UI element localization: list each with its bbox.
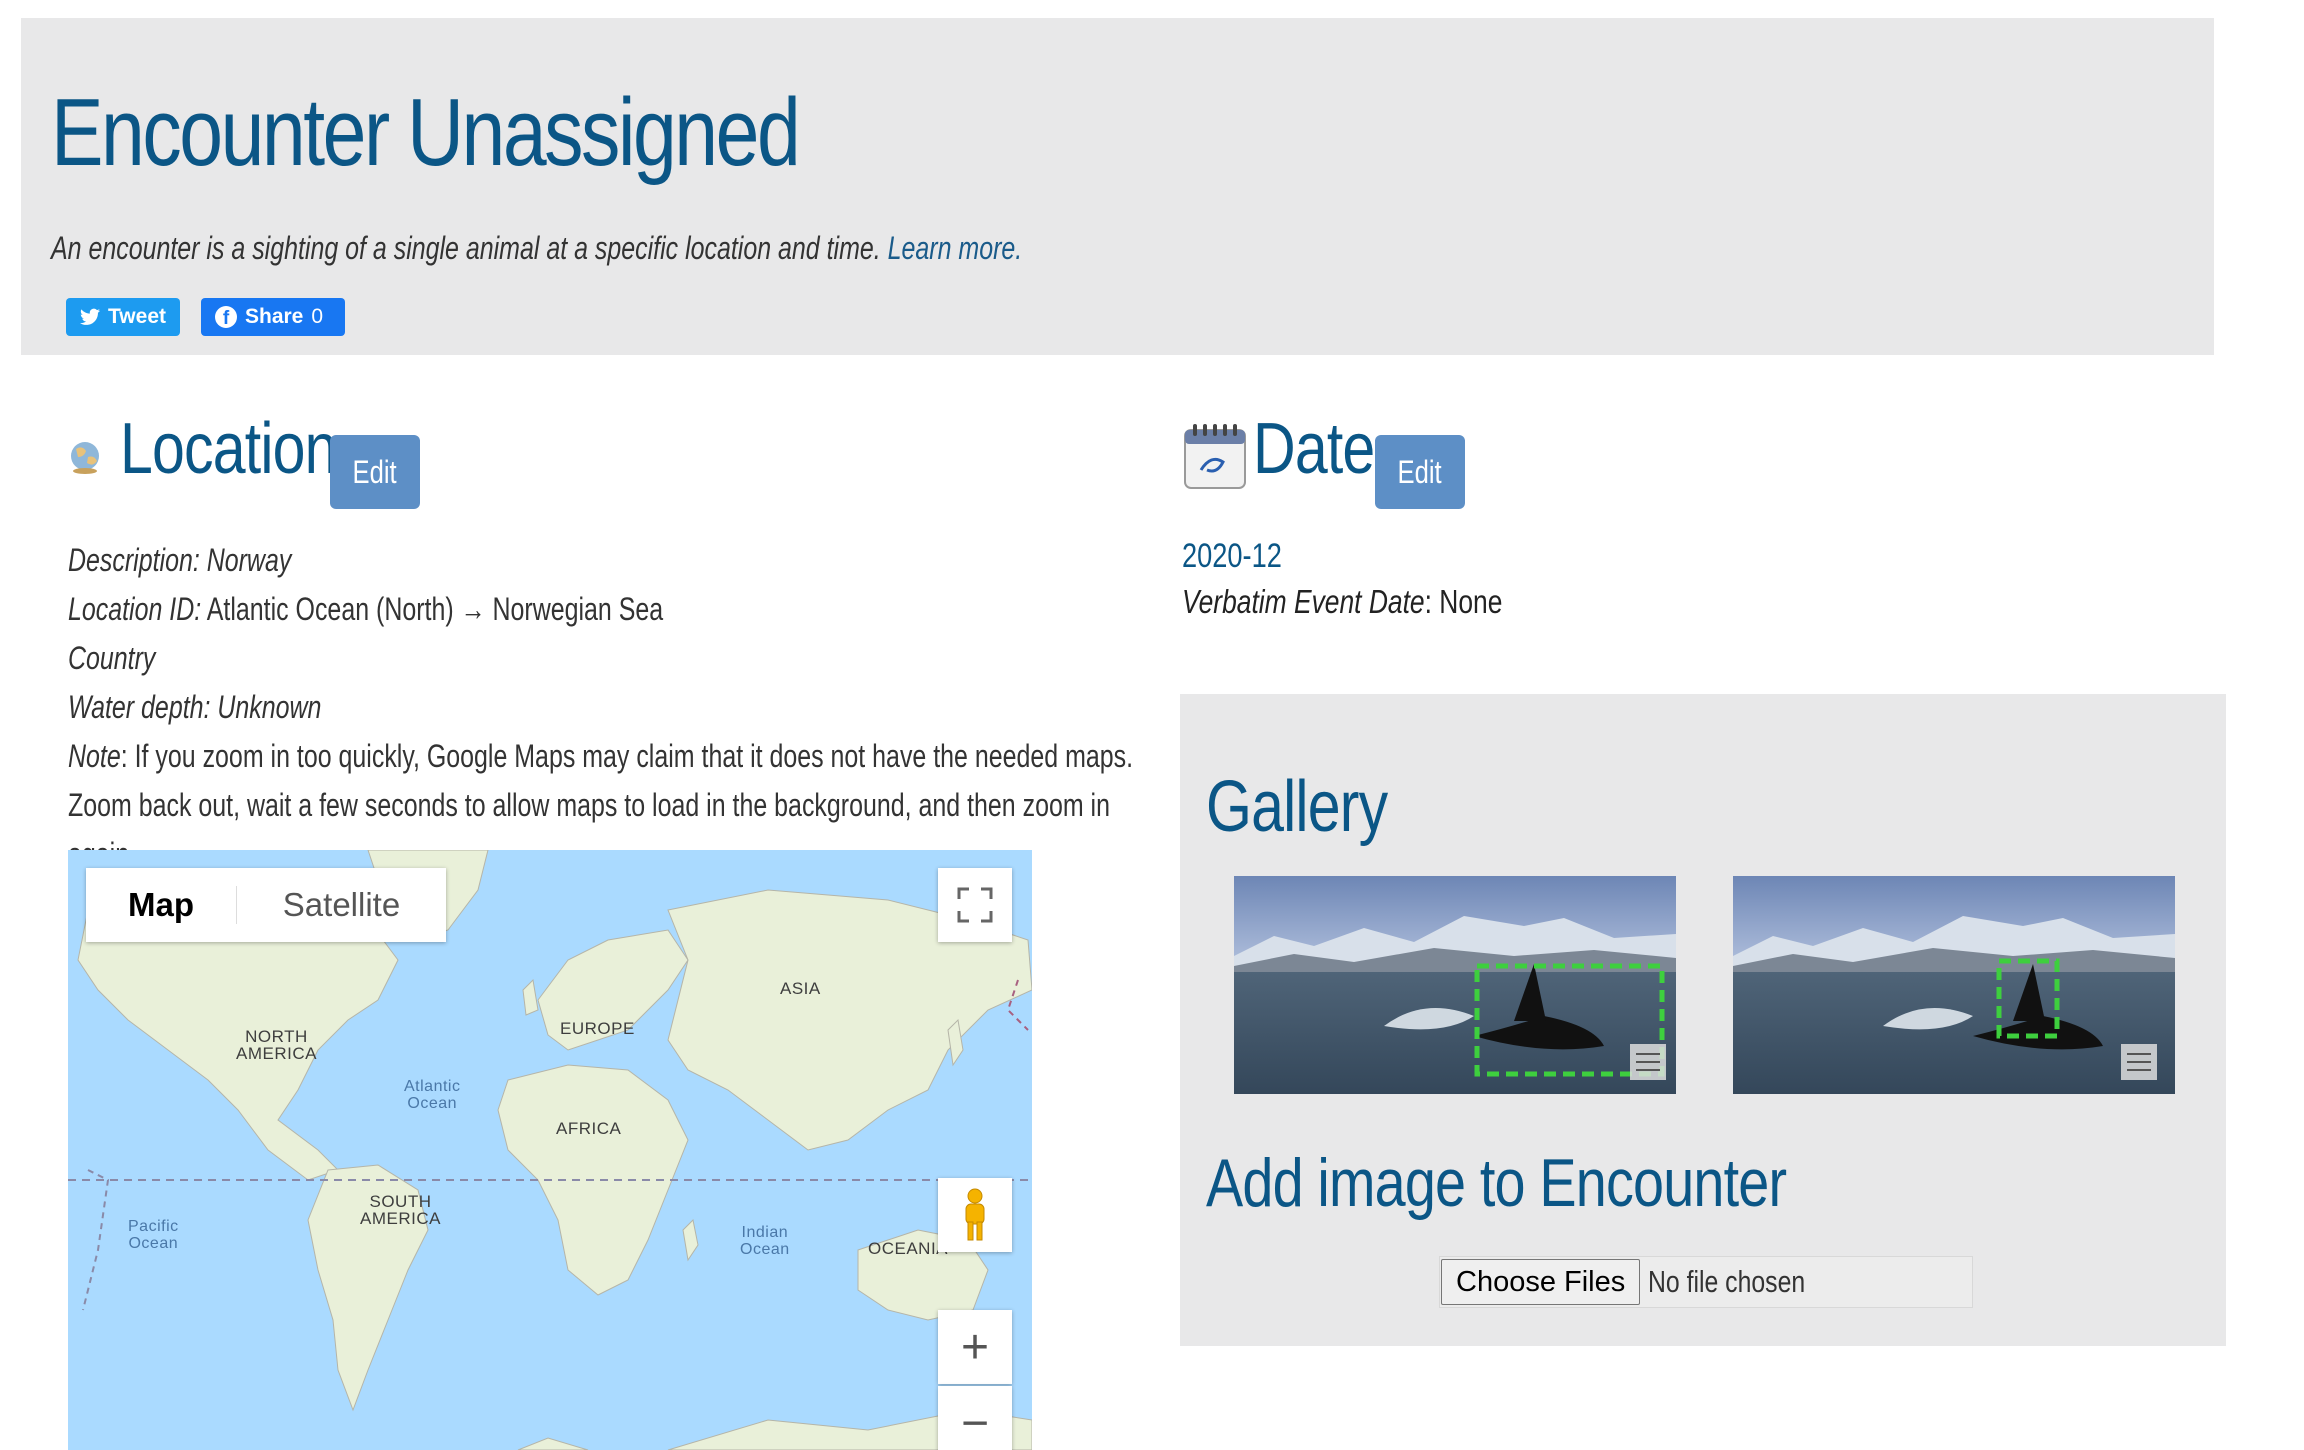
gallery-panel: Gallery Add image to Encounter Choose Fi… xyxy=(1180,694,2226,1346)
file-input[interactable]: Choose Files No file chosen xyxy=(1439,1256,1973,1308)
label-north-america: NORTH AMERICA xyxy=(236,1027,317,1063)
country-label: Country xyxy=(68,640,156,676)
date-edit-button[interactable]: Edit xyxy=(1375,435,1465,509)
label-oceania: OCEANIA xyxy=(868,1239,949,1258)
water-depth-value: Unknown xyxy=(217,689,322,725)
tweet-button[interactable]: Tweet xyxy=(66,298,180,336)
orca-photo-2 xyxy=(1733,876,2175,1094)
gallery-title: Gallery xyxy=(1206,767,1388,847)
location-edit-label: Edit xyxy=(352,453,398,490)
globe-icon xyxy=(71,442,99,474)
country-row: Country xyxy=(68,634,887,683)
map-tab[interactable]: Map xyxy=(86,886,237,924)
date-value: 2020-12 xyxy=(1182,537,1282,575)
verbatim-date-row: Verbatim Event Date: None xyxy=(1182,583,1502,621)
label-indian-ocean: Indian Ocean xyxy=(740,1224,790,1258)
water-depth-row: Water depth: Unknown xyxy=(68,683,887,732)
learn-more-link[interactable]: Learn more. xyxy=(888,230,1023,266)
note-label: Note xyxy=(68,738,121,774)
facebook-share-button[interactable]: f Share 0 xyxy=(201,298,345,336)
choose-files-button[interactable]: Choose Files xyxy=(1441,1259,1641,1305)
water-depth-label: Water depth: xyxy=(68,689,211,725)
label-asia: ASIA xyxy=(780,979,821,998)
pegman-icon xyxy=(965,1188,985,1241)
street-view-button[interactable] xyxy=(938,1178,1012,1252)
add-image-title: Add image to Encounter xyxy=(1206,1145,1787,1221)
intro-sentence: An encounter is a sighting of a single a… xyxy=(51,230,881,266)
description-label: Description: xyxy=(68,542,200,578)
intro-text: An encounter is a sighting of a single a… xyxy=(51,230,1022,267)
description-value: Norway xyxy=(206,542,292,578)
share-label: Share xyxy=(245,305,304,328)
zoom-out-button[interactable]: − xyxy=(938,1386,1012,1450)
label-atlantic-ocean: Atlantic Ocean xyxy=(404,1078,461,1112)
label-south-america: SOUTH AMERICA xyxy=(360,1192,441,1228)
share-count: 0 xyxy=(311,305,324,328)
label-pacific-ocean: Pacific Ocean xyxy=(128,1218,179,1252)
facebook-icon: f xyxy=(215,306,237,328)
orca-photo-1 xyxy=(1234,876,1676,1094)
fullscreen-icon xyxy=(957,887,993,923)
no-file-chosen-text: No file chosen xyxy=(1648,1264,1806,1299)
tweet-label: Tweet xyxy=(108,305,166,328)
location-id-label: Location ID: xyxy=(68,591,202,627)
label-europe: EUROPE xyxy=(560,1019,635,1038)
map-type-control: Map Satellite xyxy=(86,868,446,942)
label-africa: AFRICA xyxy=(556,1119,622,1138)
location-edit-button[interactable]: Edit xyxy=(330,435,420,509)
zoom-in-button[interactable]: + xyxy=(938,1310,1012,1384)
google-map[interactable]: NORTH AMERICA EUROPE ASIA AFRICA SOUTH AME… xyxy=(68,850,1032,1450)
date-title: Date xyxy=(1253,409,1375,489)
fullscreen-button[interactable] xyxy=(938,868,1012,942)
location-title: Location xyxy=(120,409,337,489)
verbatim-date-label: Verbatim Event Date xyxy=(1182,583,1425,620)
gallery-image-1[interactable] xyxy=(1234,876,1676,1094)
gallery-image-2[interactable] xyxy=(1733,876,2175,1094)
location-details: Description: Norway Location ID: Atlanti… xyxy=(68,536,1133,879)
date-edit-label: Edit xyxy=(1397,453,1443,490)
location-id-row: Location ID: Atlantic Ocean (North) → No… xyxy=(68,585,887,634)
description-row: Description: Norway xyxy=(68,536,887,585)
twitter-bird-icon xyxy=(80,308,101,325)
calendar-icon xyxy=(1184,424,1246,489)
page-title: Encounter Unassigned xyxy=(51,79,801,186)
header-band: Encounter Unassigned An encounter is a s… xyxy=(21,18,2214,355)
location-id-value: Atlantic Ocean (North) → Norwegian Sea xyxy=(206,591,664,627)
satellite-tab[interactable]: Satellite xyxy=(237,886,446,924)
verbatim-date-value: : None xyxy=(1424,583,1503,620)
